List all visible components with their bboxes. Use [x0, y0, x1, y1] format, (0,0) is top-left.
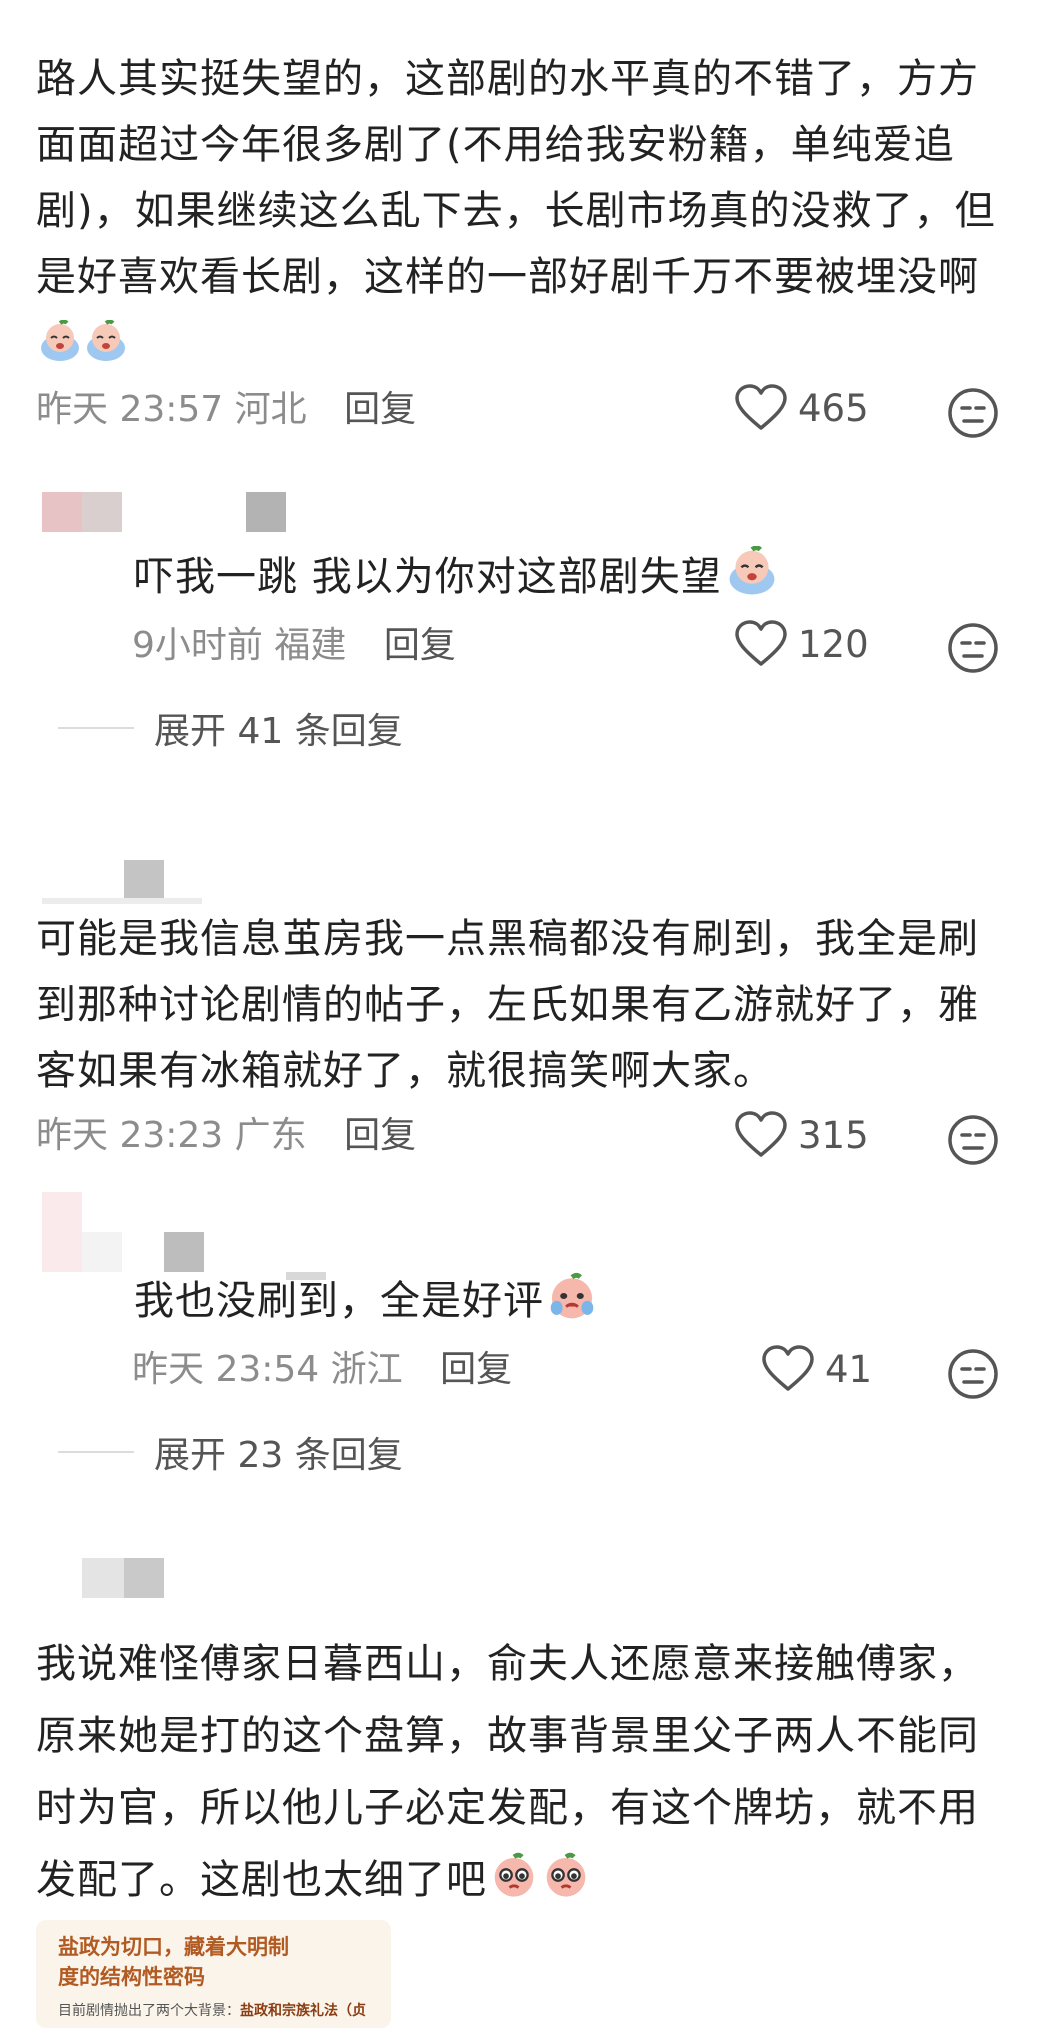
reply-button[interactable]: 回复 — [344, 1115, 416, 1156]
dislike-face-icon[interactable] — [947, 1114, 999, 1170]
heart-icon — [735, 384, 787, 430]
comment-meta: 昨天 23:23 广东 回复 — [36, 1112, 416, 1160]
avatar[interactable] — [124, 860, 164, 900]
reply-button[interactable]: 回复 — [440, 1349, 512, 1390]
expand-label: 展开 23 条回复 — [154, 1435, 403, 1476]
comment-meta: 昨天 23:57 河北 回复 — [36, 386, 416, 434]
reply-meta: 9小时前 福建 回复 — [132, 622, 456, 670]
reply-text: 吓我一跳 我以为你对这部剧失望 — [134, 544, 1014, 618]
expand-label: 展开 41 条回复 — [154, 711, 403, 752]
dislike-face-icon[interactable] — [947, 1348, 999, 1404]
crying-emoji-icon — [84, 318, 128, 384]
avatar-blur — [82, 492, 122, 532]
username-blur — [42, 898, 202, 904]
like-count: 41 — [825, 1347, 873, 1391]
heart-icon — [762, 1345, 814, 1391]
pleading-emoji-icon — [489, 1849, 539, 1924]
divider — [58, 727, 134, 729]
image-card-subtitle: 目前剧情抛出了两个大背景：盐政和宗族礼法（贞 — [58, 2003, 366, 2019]
dislike-face-icon[interactable] — [947, 622, 999, 678]
reply-button[interactable]: 回复 — [384, 625, 456, 666]
teary-emoji-icon — [546, 1270, 598, 1342]
like-button[interactable]: 465 — [734, 384, 869, 432]
comment-time: 昨天 23:23 — [36, 1115, 224, 1156]
comment-location: 广东 — [234, 1115, 307, 1156]
comment-text: 我说难怪傅家日暮西山，俞夫人还愿意来接触傅家，原来她是打的这个盘算，故事背景里父… — [36, 1628, 1016, 1924]
divider — [58, 1451, 134, 1453]
comment-1: 路人其实挺失望的，这部剧的水平真的不错了，方方面面超过今年很多剧了(不用给我安粉… — [0, 0, 1049, 438]
reply-location: 浙江 — [330, 1349, 403, 1390]
crying-emoji-icon — [724, 545, 780, 618]
reply-meta: 昨天 23:54 浙江 回复 — [132, 1346, 512, 1394]
avatar[interactable] — [42, 492, 82, 532]
like-count: 120 — [798, 622, 869, 666]
like-count: 315 — [798, 1113, 869, 1157]
heart-icon — [735, 620, 787, 666]
like-button[interactable]: 41 — [761, 1345, 872, 1393]
comment-time: 昨天 23:57 — [36, 389, 224, 430]
expand-replies-button[interactable]: 展开 41 条回复 — [58, 702, 403, 754]
attached-image[interactable]: 盐政为切口，藏着大明制度的结构性密码 目前剧情抛出了两个大背景：盐政和宗族礼法（… — [36, 1920, 391, 2028]
heart-icon — [735, 1111, 787, 1157]
comment-text: 可能是我信息茧房我一点黑稿都没有刷到，我全是刷到那种讨论剧情的帖子，左氏如果有乙… — [36, 906, 1016, 1104]
username-blur — [246, 492, 286, 532]
dislike-face-icon[interactable] — [947, 387, 999, 443]
reply-text: 我也没刷到，全是好评 — [134, 1268, 1014, 1342]
avatar-blur — [124, 1558, 164, 1598]
comment-body: 可能是我信息茧房我一点黑稿都没有刷到，我全是刷到那种讨论剧情的帖子，左氏如果有乙… — [36, 916, 979, 1094]
comment-location: 河北 — [234, 389, 307, 430]
avatar-blur — [82, 1232, 122, 1272]
image-card-title: 盐政为切口，藏着大明制度的结构性密码 — [58, 1935, 289, 1989]
like-count: 465 — [798, 386, 869, 430]
pleading-emoji-icon — [541, 1849, 591, 1924]
username-blur — [164, 1232, 204, 1272]
reply-body: 我也没刷到，全是好评 — [134, 1278, 544, 1324]
avatar[interactable] — [42, 1192, 82, 1272]
reply-time: 昨天 23:54 — [132, 1349, 320, 1390]
like-button[interactable]: 120 — [734, 620, 869, 668]
like-button[interactable]: 315 — [734, 1111, 869, 1159]
expand-replies-button[interactable]: 展开 23 条回复 — [58, 1426, 403, 1478]
crying-emoji-icon — [38, 318, 82, 384]
reply-time: 9小时前 — [132, 625, 263, 666]
reply-button[interactable]: 回复 — [344, 389, 416, 430]
comment-body: 路人其实挺失望的，这部剧的水平真的不错了，方方面面超过今年很多剧了(不用给我安粉… — [36, 56, 996, 300]
reply-body: 吓我一跳 我以为你对这部剧失望 — [134, 554, 722, 600]
reply-location: 福建 — [274, 625, 347, 666]
comment-text: 路人其实挺失望的，这部剧的水平真的不错了，方方面面超过今年很多剧了(不用给我安粉… — [36, 46, 1016, 384]
